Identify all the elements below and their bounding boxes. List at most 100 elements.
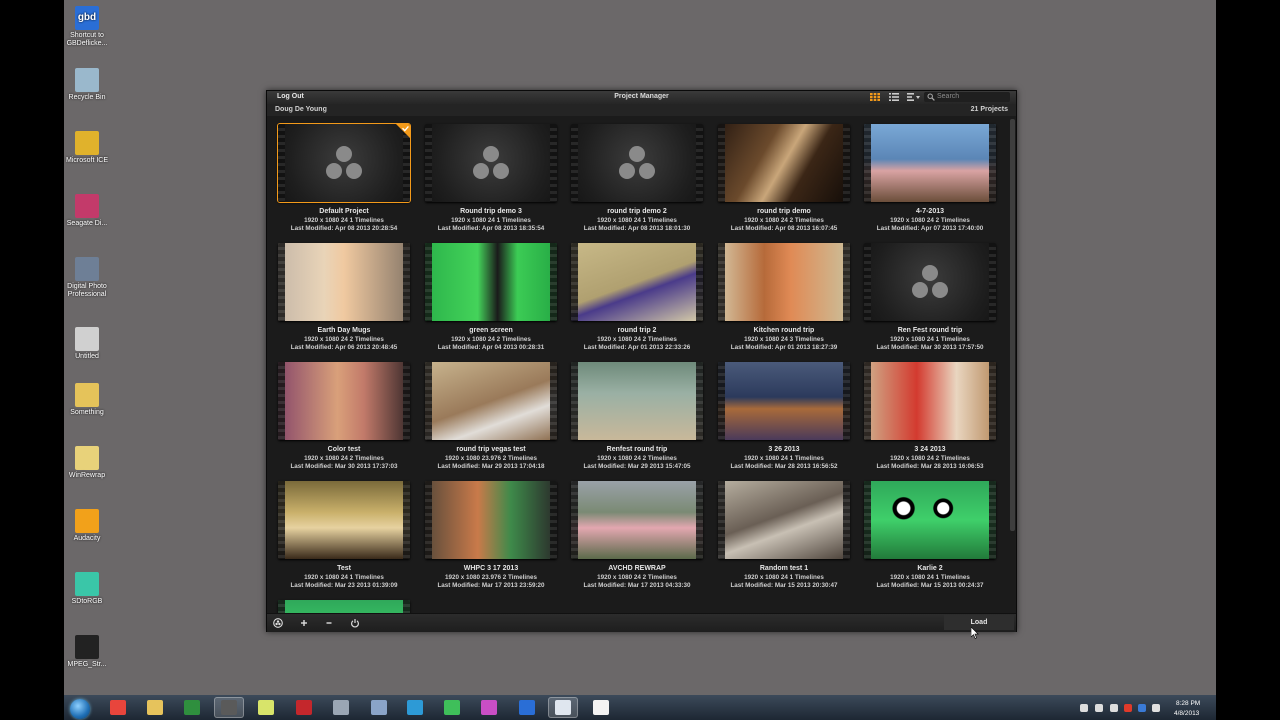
tray-icon[interactable] <box>1152 704 1160 712</box>
project-thumbnail[interactable] <box>571 481 703 559</box>
window-title: Project Manager <box>614 93 669 100</box>
project-name: Round trip demo 3 <box>460 208 522 215</box>
project-thumbnail[interactable] <box>278 600 410 613</box>
grid-view-icon[interactable] <box>870 93 880 101</box>
desktop-icon[interactable]: Something <box>66 383 108 417</box>
tray-icon[interactable] <box>1110 704 1118 712</box>
project-name: round trip vegas test <box>456 446 526 453</box>
taskbar-ie-icon[interactable] <box>400 697 430 718</box>
project-name: Karlie 2 <box>917 565 943 572</box>
project-thumbnail[interactable] <box>864 124 996 202</box>
taskbar-folder-icon[interactable] <box>251 697 281 718</box>
title-bar: Log Out Project Manager Search <box>267 91 1016 105</box>
desktop-icon[interactable]: MPEG_Str... <box>66 635 108 669</box>
remove-project-icon[interactable] <box>324 618 334 628</box>
load-button[interactable]: Load <box>944 615 1014 630</box>
project-thumbnail[interactable] <box>718 481 850 559</box>
clock-date[interactable]: 4/8/2013 <box>1174 710 1199 717</box>
power-icon[interactable] <box>350 618 360 628</box>
project-name: AVCHD REWRAP <box>608 565 666 572</box>
desktop-icon-label: Audacity <box>73 535 101 542</box>
desktop-icon[interactable]: Recycle Bin <box>66 68 108 102</box>
taskbar-excel-icon[interactable] <box>177 697 207 718</box>
project-name: Default Project <box>319 208 369 215</box>
resolve-logo-icon <box>326 146 362 179</box>
desktop-icon[interactable]: Seagate Di... <box>66 194 108 228</box>
project-thumbnail[interactable] <box>278 243 410 321</box>
taskbar-explorer-icon[interactable] <box>140 697 170 718</box>
project-thumbnail[interactable] <box>278 362 410 440</box>
desktop-app-icon <box>75 131 99 155</box>
project-thumbnail[interactable] <box>571 362 703 440</box>
project-count: 21 Projects <box>970 106 1008 113</box>
taskbar-chrome-icon[interactable] <box>103 697 133 718</box>
project-thumbnail[interactable] <box>864 362 996 440</box>
desktop-icon-label: WinRewrap <box>68 472 106 479</box>
add-project-icon[interactable] <box>299 618 309 628</box>
desktop-icon-label: Recycle Bin <box>68 94 106 101</box>
project-resolution: 1920 x 1080 24 1 Timelines <box>890 574 970 581</box>
project-resolution: 1920 x 1080 24 2 Timelines <box>890 217 970 224</box>
project-thumbnail[interactable] <box>277 123 411 203</box>
desktop-icon[interactable]: Audacity <box>66 509 108 543</box>
project-name: 3 24 2013 <box>914 446 946 453</box>
project-thumbnail[interactable] <box>864 481 996 559</box>
project-modified: Last Modified: Mar 30 2013 17:57:50 <box>876 344 984 351</box>
project-details: 1920 x 1080 24 2 Timelines Last Modified:… <box>844 217 1009 233</box>
desktop-icon-label: Seagate Di... <box>66 220 108 227</box>
project-manager-window: Log Out Project Manager Search Doug De Y… <box>266 90 1017 632</box>
taskbar-network-icon[interactable] <box>364 697 394 718</box>
project-thumbnail[interactable] <box>718 124 850 202</box>
desktop-icon[interactable]: WinRewrap <box>66 446 108 480</box>
desktop-icon[interactable]: gbd Shortcut to GBDeflicke... <box>66 6 108 48</box>
database-icon[interactable] <box>273 618 283 628</box>
taskbar-resolve-icon[interactable] <box>214 697 244 718</box>
taskbar-window-icon[interactable] <box>548 697 578 718</box>
project-thumbnail[interactable] <box>278 481 410 559</box>
desktop-app-icon <box>75 509 99 533</box>
clock-time[interactable]: 8:28 PM <box>1176 700 1200 707</box>
project-details: 1920 x 1080 24 1 Timelines Last Modified:… <box>844 574 1009 590</box>
desktop-icon-label: GBDeflicke... <box>66 40 108 47</box>
desktop-app-icon <box>75 572 99 596</box>
project-thumbnail[interactable] <box>571 243 703 321</box>
project-thumbnail[interactable] <box>425 243 557 321</box>
tray-icon[interactable] <box>1095 704 1103 712</box>
desktop-icon-label: Microsoft ICE <box>66 157 109 164</box>
desktop-icon-label: Digital Photo <box>67 283 107 290</box>
project-thumbnail[interactable] <box>425 481 557 559</box>
taskbar-picasa-icon[interactable] <box>474 697 504 718</box>
taskbar-photo-icon[interactable] <box>326 697 356 718</box>
project-thumbnail[interactable] <box>864 243 996 321</box>
desktop-app-icon <box>75 446 99 470</box>
taskbar-notepad-icon[interactable] <box>586 697 616 718</box>
sort-options-icon[interactable] <box>907 93 921 101</box>
project-thumbnail[interactable] <box>425 124 557 202</box>
desktop-icon[interactable]: SDtoRGB <box>66 572 108 606</box>
project-details: 1920 x 1080 24 2 Timelines Last Modified:… <box>844 455 1009 471</box>
project-name: Test <box>337 565 351 572</box>
resolve-logo-icon <box>473 146 509 179</box>
tray-icon[interactable] <box>1080 704 1088 712</box>
taskbar-gbd-icon[interactable] <box>512 697 542 718</box>
start-button-icon[interactable] <box>70 699 90 719</box>
taskbar-app-red-icon[interactable] <box>289 697 319 718</box>
desktop-icon[interactable]: Untitled <box>66 327 108 361</box>
project-thumbnail[interactable] <box>718 243 850 321</box>
project-name: 4-7-2013 <box>915 208 945 215</box>
scrollbar-thumb[interactable] <box>1010 119 1015 531</box>
project-thumbnail[interactable] <box>718 362 850 440</box>
project-modified: Last Modified: Apr 07 2013 17:40:00 <box>876 225 984 232</box>
project-name: Kitchen round trip <box>753 327 815 334</box>
tray-icon[interactable] <box>1138 704 1146 712</box>
project-thumbnail[interactable] <box>571 124 703 202</box>
desktop-icon[interactable]: Microsoft ICE <box>66 131 108 165</box>
project-thumbnail[interactable] <box>425 362 557 440</box>
vertical-scrollbar[interactable] <box>1009 117 1016 613</box>
taskbar-skype-icon[interactable] <box>437 697 467 718</box>
search-field[interactable]: Search <box>924 92 1010 102</box>
list-view-icon[interactable] <box>889 93 899 101</box>
desktop-icon-label: Shortcut to <box>70 32 104 39</box>
tray-icon[interactable] <box>1124 704 1132 712</box>
desktop-icon[interactable]: Digital Photo Professional <box>66 257 108 299</box>
